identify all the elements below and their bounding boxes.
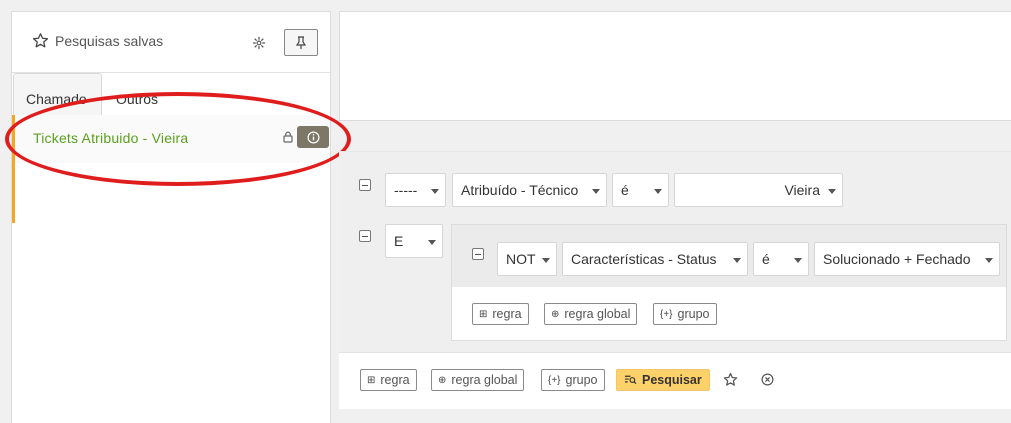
saved-searches-header: Pesquisas salvas: [12, 12, 330, 73]
plus-circle-icon: ⊕: [438, 374, 447, 386]
plus-circle-icon: ⊕: [551, 308, 560, 320]
pin-icon: [295, 35, 307, 49]
active-rail: [12, 163, 15, 223]
add-global-rule-button[interactable]: ⊕ regra global: [544, 303, 638, 325]
saved-search-item[interactable]: Tickets Atribuido - Vieira: [12, 115, 330, 163]
star-icon: [723, 372, 737, 386]
group-operator-select[interactable]: é: [753, 242, 809, 276]
saved-searches-tabs: Chamado Outros: [12, 73, 330, 115]
group-field-select[interactable]: Características - Status: [562, 242, 748, 276]
chevron-down-icon: [654, 189, 662, 194]
braces-icon: {+}: [660, 308, 673, 320]
search-actions-bar: ⊞ regra ⊕ regra global {+} grupo Pesquis…: [339, 352, 1011, 409]
tab-chamado-label: Chamado: [26, 91, 87, 107]
results-panel: [339, 11, 1011, 121]
footer-add-rule-label: regra: [380, 373, 410, 387]
group-value-select-value: Solucionado + Fechado: [823, 251, 971, 267]
footer-add-group-button[interactable]: {+} grupo: [541, 369, 605, 391]
not-select-value: NOT: [506, 251, 536, 267]
footer-add-group-label: grupo: [565, 373, 598, 387]
search-button-label: Pesquisar: [642, 373, 702, 387]
chevron-down-icon: [794, 258, 802, 263]
search-criteria-panel: ----- Atribuído - Técnico é Vieira E NOT: [339, 151, 1011, 409]
operator-select[interactable]: é: [612, 173, 669, 207]
search-list-icon: [624, 375, 637, 385]
link-select-value: -----: [394, 182, 418, 198]
footer-add-global-rule-label: regra global: [451, 373, 518, 387]
criteria-group-row: NOT Características - Status é Soluciona…: [452, 225, 1006, 287]
value-select[interactable]: Vieira: [674, 173, 843, 207]
field-select[interactable]: Atribuído - Técnico: [452, 173, 607, 207]
add-rule-label: regra: [492, 307, 522, 321]
chevron-down-icon: [542, 258, 550, 263]
remove-group-button[interactable]: [359, 230, 371, 242]
group-link-select[interactable]: E: [385, 224, 443, 258]
chevron-down-icon: [428, 240, 436, 245]
footer-add-rule-button[interactable]: ⊞ regra: [360, 369, 417, 391]
criteria-group: NOT Características - Status é Soluciona…: [451, 224, 1007, 341]
close-circle-icon: [761, 373, 773, 385]
add-group-button[interactable]: {+} grupo: [653, 303, 717, 325]
group-link-select-value: E: [394, 233, 404, 249]
gear-icon[interactable]: [250, 34, 268, 52]
info-icon: [307, 131, 319, 143]
remove-criterion-button[interactable]: [359, 179, 371, 191]
criteria-area: ----- Atribuído - Técnico é Vieira E NOT: [339, 152, 1011, 352]
info-button[interactable]: [297, 126, 329, 148]
search-button[interactable]: Pesquisar: [616, 369, 710, 391]
lock-icon: [283, 131, 293, 143]
plus-square-icon: ⊞: [479, 308, 488, 320]
chevron-down-icon: [592, 189, 600, 194]
save-search-button[interactable]: [722, 371, 738, 387]
plus-square-icon: ⊞: [367, 374, 376, 386]
saved-search-item-label[interactable]: Tickets Atribuido - Vieira: [33, 130, 188, 146]
footer-add-global-rule-button[interactable]: ⊕ regra global: [431, 369, 525, 391]
chevron-down-icon: [985, 258, 993, 263]
chevron-down-icon: [733, 258, 741, 263]
saved-searches-title-text: Pesquisas salvas: [55, 32, 164, 49]
chevron-down-icon: [828, 189, 836, 194]
tab-outros-label: Outros: [116, 91, 159, 107]
group-field-select-value: Características - Status: [571, 251, 717, 267]
add-group-label: grupo: [677, 307, 710, 321]
group-operator-select-value: é: [762, 251, 770, 267]
chevron-down-icon: [431, 189, 439, 194]
braces-icon: {+}: [548, 374, 561, 386]
not-select[interactable]: NOT: [497, 242, 557, 276]
value-select-value: Vieira: [784, 182, 820, 198]
tab-chamado[interactable]: Chamado: [13, 73, 102, 115]
tab-outros[interactable]: Outros: [104, 73, 170, 115]
group-value-select[interactable]: Solucionado + Fechado: [814, 242, 1000, 276]
reset-search-button[interactable]: [760, 372, 774, 386]
add-rule-button[interactable]: ⊞ regra: [472, 303, 529, 325]
add-global-rule-label: regra global: [564, 307, 631, 321]
star-icon: [32, 33, 49, 48]
remove-group-criterion-button[interactable]: [472, 248, 484, 260]
field-select-value: Atribuído - Técnico: [461, 182, 579, 198]
saved-searches-title: Pesquisas salvas: [32, 32, 163, 49]
saved-searches-panel: Pesquisas salvas Chamado Outros Tickets …: [11, 11, 331, 423]
link-select[interactable]: -----: [385, 173, 446, 207]
operator-select-value: é: [621, 182, 629, 198]
pin-button[interactable]: [284, 29, 318, 56]
